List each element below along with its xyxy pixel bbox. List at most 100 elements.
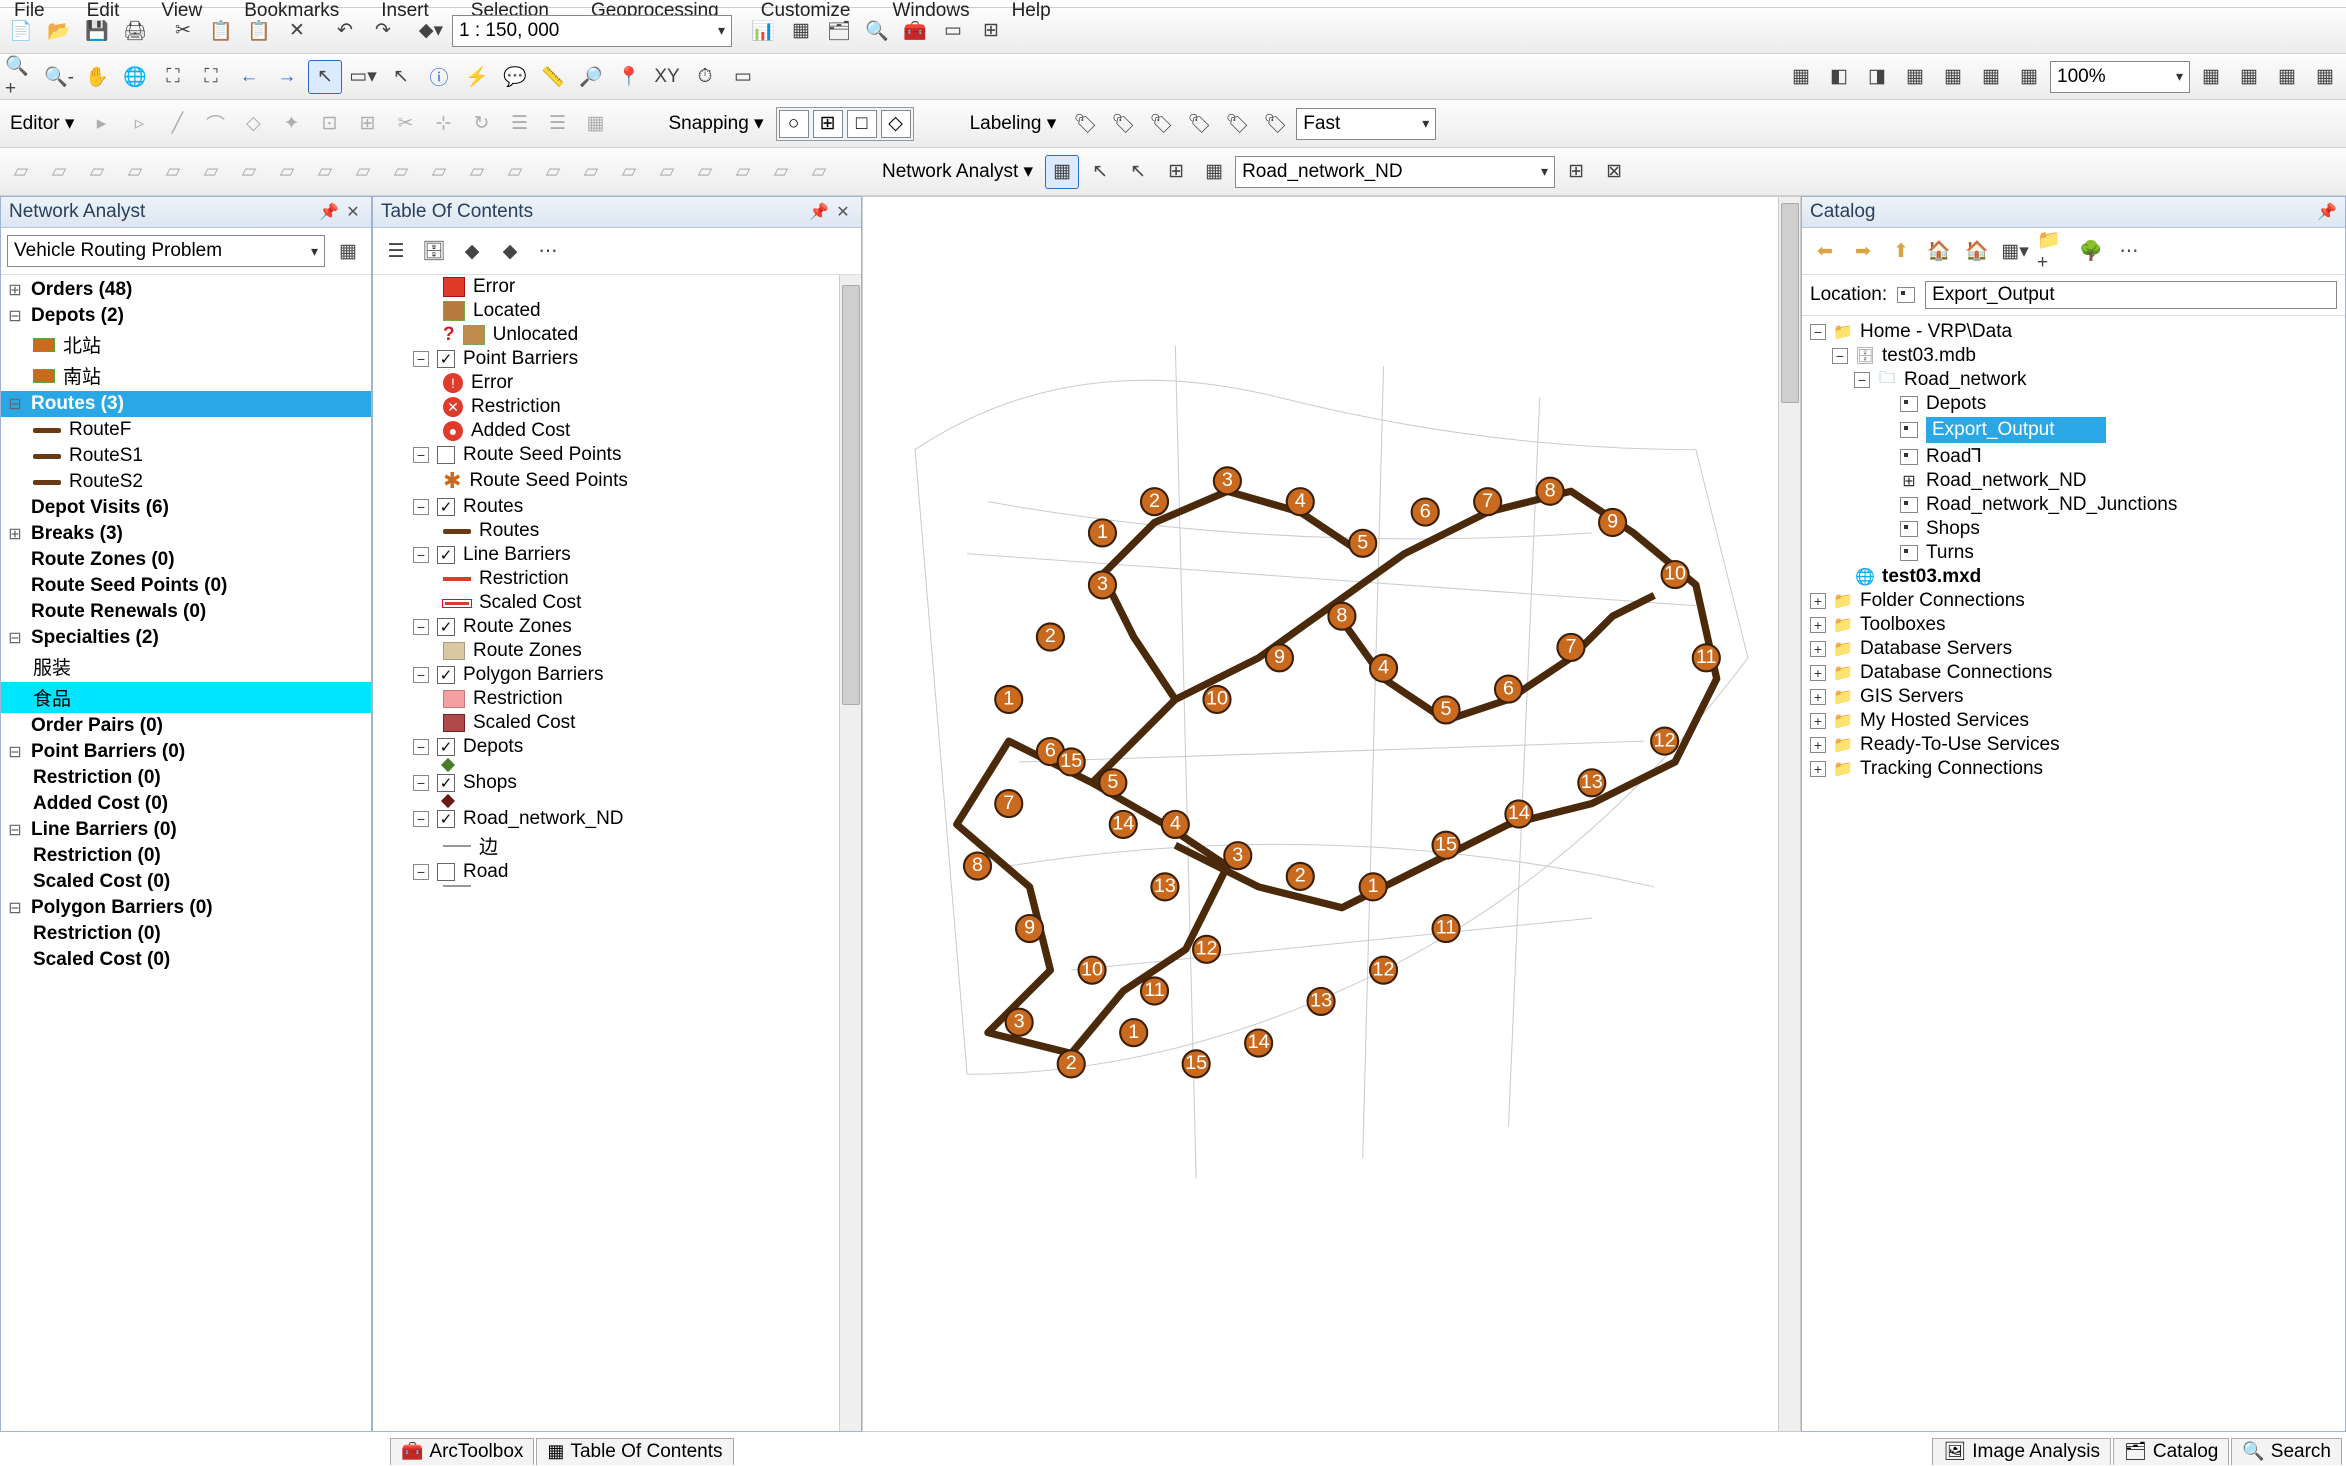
toc-item[interactable]: −✓Routes xyxy=(373,495,861,519)
layer-checkbox[interactable]: ✓ xyxy=(437,666,455,684)
cat-tree-icon[interactable]: 🌳 xyxy=(2074,234,2108,268)
expander-icon[interactable]: − xyxy=(413,775,429,791)
undo-button[interactable]: ↶ xyxy=(328,14,362,48)
na-item[interactable]: ⊟Polygon Barriers (0) xyxy=(1,895,371,921)
catalog-item[interactable]: Road_network_ND_Junctions xyxy=(1802,493,2345,517)
georef2-icon[interactable]: ▦ xyxy=(2232,60,2266,94)
rotate-icon[interactable]: ↻ xyxy=(464,107,498,141)
catalog-item[interactable]: RoadꞀ xyxy=(1802,444,2345,469)
find-icon[interactable]: 🔎 xyxy=(574,60,608,94)
parcel16-icon[interactable]: ▱ xyxy=(574,155,608,189)
parcel6-icon[interactable]: ▱ xyxy=(194,155,228,189)
na-directions-icon[interactable]: ▦ xyxy=(1197,155,1231,189)
find-route-icon[interactable]: 📍 xyxy=(612,60,646,94)
view-unplaced-icon[interactable]: 🏷 xyxy=(1258,107,1292,141)
trace-icon[interactable]: ◇ xyxy=(236,107,270,141)
parcel14-icon[interactable]: ▱ xyxy=(498,155,532,189)
menu-view[interactable]: View xyxy=(155,0,208,7)
parcel13-icon[interactable]: ▱ xyxy=(460,155,494,189)
expander-icon[interactable]: + xyxy=(1810,665,1826,681)
catalog-item[interactable]: ⊞Road_network_ND xyxy=(1802,469,2345,493)
catalog-icon[interactable]: 🗂 xyxy=(822,14,856,48)
layer-checkbox[interactable]: ✓ xyxy=(437,498,455,516)
pause-labels-icon[interactable]: 🏷 xyxy=(1220,107,1254,141)
parcel11-icon[interactable]: ▱ xyxy=(384,155,418,189)
list-by-selection-icon[interactable]: ◆ xyxy=(493,234,527,268)
catalog-item[interactable]: Shops xyxy=(1802,517,2345,541)
na-item[interactable]: 南站 xyxy=(1,360,371,391)
toc-item[interactable] xyxy=(373,884,861,888)
parcel19-icon[interactable]: ▱ xyxy=(688,155,722,189)
na-item[interactable]: Route Renewals (0) xyxy=(1,599,371,625)
scroll-thumb[interactable] xyxy=(842,285,860,705)
na-item[interactable]: ⊞Breaks (3) xyxy=(1,521,371,547)
na-item[interactable]: Restriction (0) xyxy=(1,765,371,791)
parcel8-icon[interactable]: ▱ xyxy=(270,155,304,189)
tab-search[interactable]: 🔍 Search xyxy=(2231,1438,2342,1465)
map-canvas[interactable]: 1234567891011121314151234567891011121314… xyxy=(862,196,1801,1432)
layer-checkbox[interactable]: ✓ xyxy=(437,618,455,636)
expander-icon[interactable]: + xyxy=(1810,641,1826,657)
effects2-icon[interactable]: ▦ xyxy=(1898,60,1932,94)
expander-icon[interactable]: − xyxy=(413,619,429,635)
catalog-item[interactable]: +📁Toolboxes xyxy=(1802,613,2345,637)
na-build-icon[interactable]: ⊞ xyxy=(1559,155,1593,189)
effects4-icon[interactable]: ▦ xyxy=(1974,60,2008,94)
toc-item[interactable] xyxy=(373,759,861,771)
zoom-in-icon[interactable]: 🔍+ xyxy=(4,60,38,94)
edit-vertices-icon[interactable]: ⊡ xyxy=(312,107,346,141)
swipe-icon[interactable]: ◧ xyxy=(1822,60,1856,94)
menu-file[interactable]: File xyxy=(8,0,51,7)
parcel22-icon[interactable]: ▱ xyxy=(802,155,836,189)
cut-polygons-icon[interactable]: ✂ xyxy=(388,107,422,141)
parcel3-icon[interactable]: ▱ xyxy=(80,155,114,189)
cut-button[interactable]: ✂ xyxy=(166,14,200,48)
tab-arctoolbox[interactable]: 🧰 ArcToolbox xyxy=(390,1438,534,1465)
pin-icon[interactable]: 📌 xyxy=(319,202,339,222)
toc-item[interactable]: −✓Route Zones xyxy=(373,615,861,639)
tab-image-analysis[interactable]: 🖼 Image Analysis xyxy=(1932,1438,2111,1465)
menu-bookmarks[interactable]: Bookmarks xyxy=(238,0,345,7)
hyperlink-icon[interactable]: ⚡ xyxy=(460,60,494,94)
na-item[interactable]: ⊟Routes (3) xyxy=(1,391,371,417)
pan-icon[interactable]: ✋ xyxy=(80,60,114,94)
expander-icon[interactable]: − xyxy=(413,864,429,880)
catalog-item[interactable]: 🌐test03.mxd xyxy=(1802,565,2345,589)
effects-icon[interactable]: ▦ xyxy=(1784,60,1818,94)
expander-icon[interactable]: − xyxy=(413,667,429,683)
print-button[interactable]: 🖨 xyxy=(118,14,152,48)
toc-item[interactable]: Restriction xyxy=(373,567,861,591)
scale-combo[interactable]: 1 : 150, 000 ▾ xyxy=(452,15,732,47)
toc-item[interactable]: −Route Seed Points xyxy=(373,443,861,467)
na-select-icon[interactable]: ↖ xyxy=(1121,155,1155,189)
toc-item[interactable]: Located xyxy=(373,299,861,323)
cat-toggle-icon[interactable]: ▦▾ xyxy=(1998,234,2032,268)
toc-item[interactable]: Scaled Cost xyxy=(373,711,861,735)
catalog-item[interactable]: +📁My Hosted Services xyxy=(1802,709,2345,733)
expander-icon[interactable]: − xyxy=(413,739,429,755)
layer-checkbox[interactable]: ✓ xyxy=(437,738,455,756)
list-by-drawing-icon[interactable]: ☰ xyxy=(379,234,413,268)
search-icon[interactable]: 🔍 xyxy=(860,14,894,48)
toc-item[interactable]: −✓Line Barriers xyxy=(373,543,861,567)
catalog-item[interactable]: +📁Folder Connections xyxy=(1802,589,2345,613)
label-mgr-icon[interactable]: 🏷 xyxy=(1068,107,1102,141)
point-icon[interactable]: ✦ xyxy=(274,107,308,141)
expander-icon[interactable]: − xyxy=(413,499,429,515)
parcel15-icon[interactable]: ▱ xyxy=(536,155,570,189)
na-item[interactable]: RouteS1 xyxy=(1,443,371,469)
na-window-icon[interactable]: ▦ xyxy=(1045,155,1079,189)
copy-button[interactable]: 📋 xyxy=(204,14,238,48)
forward-icon[interactable]: → xyxy=(270,60,304,94)
parcel5-icon[interactable]: ▱ xyxy=(156,155,190,189)
expander-icon[interactable]: ⊟ xyxy=(7,898,23,918)
toc-item[interactable]: ✕Restriction xyxy=(373,395,861,419)
menu-insert[interactable]: Insert xyxy=(375,0,435,7)
map-scrollbar[interactable] xyxy=(1778,197,1800,1431)
new-button[interactable]: 📄 xyxy=(4,14,38,48)
expander-icon[interactable]: + xyxy=(1810,713,1826,729)
create-features-icon[interactable]: ▦ xyxy=(578,107,612,141)
toc-item[interactable]: Error xyxy=(373,275,861,299)
parcel2-icon[interactable]: ▱ xyxy=(42,155,76,189)
transparency-combo[interactable]: 100% ▾ xyxy=(2050,61,2190,93)
